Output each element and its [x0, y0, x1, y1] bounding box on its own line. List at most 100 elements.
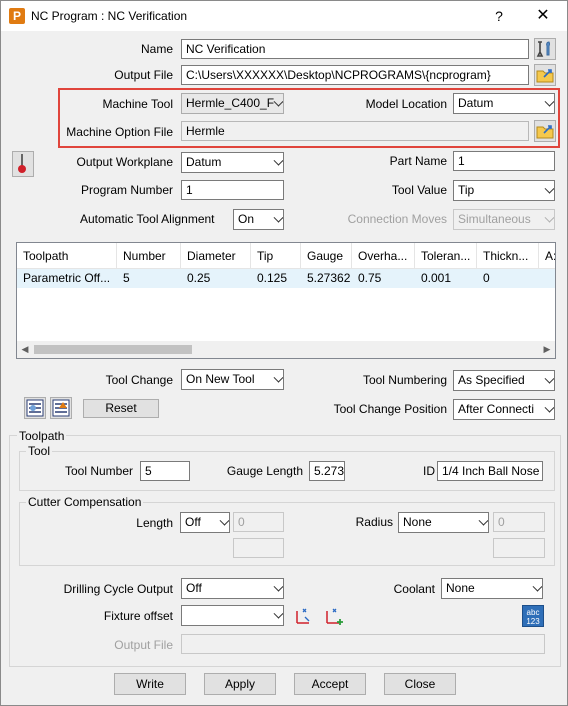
auto-tool-alignment-value: On [238, 212, 255, 226]
column-header[interactable]: Diameter [181, 243, 251, 269]
tool-properties-icon[interactable] [534, 38, 556, 60]
radius-label: Radius [355, 515, 393, 529]
drilling-cycle-output-select[interactable]: Off [181, 578, 284, 599]
scrollbar-thumb[interactable] [34, 345, 192, 354]
machine-option-file-field[interactable]: Hermle [181, 121, 529, 141]
part-name-field[interactable]: 1 [453, 151, 555, 171]
window-close-button[interactable]: ✕ [531, 6, 555, 26]
length-label: Length [136, 516, 173, 530]
name-field[interactable]: NC Verification [181, 39, 529, 59]
radius-select[interactable]: None [398, 512, 489, 533]
bottom-output-file-field[interactable] [181, 634, 545, 654]
open-folder-icon[interactable] [534, 120, 556, 142]
program-number-field[interactable]: 1 [181, 180, 284, 200]
table-cell: 0.125 [257, 271, 288, 285]
close-button[interactable]: Close [384, 673, 456, 695]
tool-change-position-select[interactable]: After Connecti [453, 399, 555, 420]
connection-moves-value: Simultaneous [458, 212, 531, 226]
tool-id-label: ID [423, 464, 435, 478]
probe-icon[interactable] [12, 151, 34, 177]
horizontal-scrollbar[interactable]: ◀ ▶ [17, 341, 555, 358]
length-select[interactable]: Off [180, 512, 230, 533]
program-number-label: Program Number [80, 183, 173, 197]
output-file-field[interactable]: C:\Users\XXXXXX\Desktop\NCPROGRAMS\{ncpr… [181, 65, 529, 85]
tool-change-position-value: After Connecti [458, 402, 535, 416]
workplane-axis-icon[interactable] [293, 605, 315, 627]
drilling-cycle-output-label: Drilling Cycle Output [63, 582, 173, 596]
tool-change-position-label: Tool Change Position [333, 402, 447, 416]
tool-change-label: Tool Change [105, 373, 173, 387]
column-header[interactable]: A: [539, 243, 555, 269]
bottom-output-file-label: Output File [114, 638, 173, 652]
model-location-select[interactable]: Datum [453, 93, 555, 114]
table-cell: 0 [483, 271, 490, 285]
connection-moves-label: Connection Moves [347, 212, 447, 226]
fixture-offset-select[interactable] [181, 605, 284, 626]
abc-123-icon[interactable]: abc 123 [522, 605, 544, 627]
column-header[interactable]: Tip [251, 243, 301, 269]
radius-number-field[interactable]: 0 [493, 512, 545, 532]
length-extra-field[interactable] [233, 538, 284, 558]
tool-group-title: Tool [26, 444, 53, 458]
drilling-cycle-output-value: Off [186, 581, 202, 595]
name-label: Name [140, 42, 173, 56]
length-number-field[interactable]: 0 [233, 512, 284, 532]
column-header[interactable]: Toleran... [415, 243, 477, 269]
window-title: NC Program : NC Verification [31, 9, 188, 23]
radius-extra-field[interactable] [493, 538, 545, 558]
scroll-right-icon[interactable]: ▶ [541, 344, 553, 355]
workplane-add-icon[interactable] [323, 605, 345, 627]
tool-change-select[interactable]: On New Tool [181, 369, 284, 390]
reset-button[interactable]: Reset [83, 399, 159, 418]
auto-tool-alignment-select[interactable]: On [233, 209, 284, 230]
table-header: Toolpath Number Diameter Tip Gauge Overh… [17, 243, 555, 269]
tool-value-label: Tool Value [391, 183, 447, 197]
column-header[interactable]: Toolpath [17, 243, 117, 269]
cutter-compensation-title: Cutter Compensation [26, 495, 144, 509]
table-cell: 0.25 [187, 271, 211, 285]
auto-tool-alignment-label: Automatic Tool Alignment [80, 212, 215, 226]
help-button[interactable]: ? [487, 6, 511, 26]
table-cell: 5.27362 [307, 271, 351, 285]
toolpath-table[interactable]: Toolpath Number Diameter Tip Gauge Overh… [16, 242, 556, 359]
connection-moves-select[interactable]: Simultaneous [453, 209, 555, 230]
table-cell: 5 [123, 271, 130, 285]
output-file-label: Output File [114, 68, 173, 82]
tool-id-field[interactable]: 1/4 Inch Ball Nose [437, 461, 543, 481]
output-workplane-select[interactable]: Datum [181, 152, 284, 173]
machine-option-file-label: Machine Option File [66, 125, 173, 139]
tool-sort-icon[interactable] [50, 397, 72, 419]
tool-change-value: On New Tool [186, 372, 255, 386]
apply-button[interactable]: Apply [204, 673, 276, 695]
scroll-left-icon[interactable]: ◀ [19, 344, 31, 355]
write-button[interactable]: Write [114, 673, 186, 695]
column-header[interactable]: Overha... [352, 243, 415, 269]
model-location-value: Datum [458, 96, 494, 110]
tool-number-field[interactable]: 5 [140, 461, 190, 481]
machine-tool-value: Hermle_C400_F [186, 96, 275, 110]
table-cell: 0.001 [421, 271, 452, 285]
table-row[interactable]: Parametric Off... 5 0.25 0.125 5.27362 0… [17, 269, 555, 288]
tool-value-select[interactable]: Tip [453, 180, 555, 201]
tool-numbering-label: Tool Numbering [362, 373, 447, 387]
nc-program-dialog: P NC Program : NC Verification ? ✕ Name … [0, 0, 568, 706]
radius-value: None [403, 515, 432, 529]
accept-button[interactable]: Accept [294, 673, 366, 695]
column-header[interactable]: Gauge [301, 243, 352, 269]
open-folder-icon[interactable] [534, 64, 556, 86]
coolant-select[interactable]: None [441, 578, 543, 599]
powermill-app-icon: P [9, 8, 25, 24]
tool-numbering-select[interactable]: As Specified [453, 370, 555, 391]
model-location-label: Model Location [365, 97, 447, 111]
gauge-length-field[interactable]: 5.2736 [309, 461, 345, 481]
column-header[interactable]: Number [117, 243, 181, 269]
number-line: 123 [526, 617, 540, 626]
tool-value-value: Tip [458, 183, 475, 197]
tool-numbering-value: As Specified [458, 373, 525, 387]
tool-number-label: Tool Number [64, 464, 133, 478]
output-workplane-value: Datum [186, 155, 222, 169]
table-cell: Parametric Off... [23, 271, 111, 285]
tool-list-icon[interactable] [24, 397, 46, 419]
column-header[interactable]: Thickn... [477, 243, 539, 269]
machine-tool-select[interactable]: Hermle_C400_F [181, 93, 284, 114]
